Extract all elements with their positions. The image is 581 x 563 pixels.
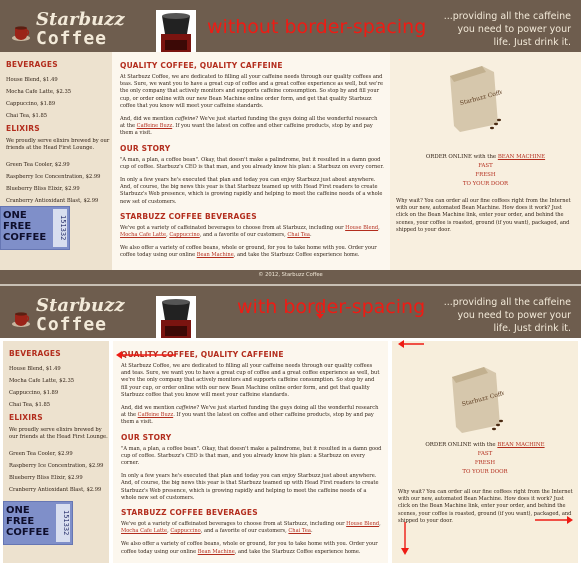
beverage-item: Chai Tea, $1.85 bbox=[6, 113, 48, 119]
bean-machine-icon bbox=[156, 10, 196, 58]
sidebar: BEVERAGES House Blend, $1.49 Mocha Cafe … bbox=[0, 52, 112, 270]
content-table: BEVERAGES House Blend, $1.49 Mocha Cafe … bbox=[0, 52, 581, 270]
main-content: QUALITY COFFEE, QUALITY CAFFEINE At Star… bbox=[113, 341, 388, 563]
beverage-item: House Blend, $1.49 bbox=[9, 366, 61, 372]
beverages-heading: BEVERAGES bbox=[9, 349, 61, 358]
starbuzz-logo[interactable]: Starbuzz Coffee bbox=[6, 292, 125, 335]
coffee-cup-icon bbox=[12, 26, 30, 41]
bean-machine-icon bbox=[156, 296, 196, 344]
coupon-text: ONE FREE COFFEE bbox=[6, 505, 50, 538]
story-paragraph-2: In only a few years he's executed that p… bbox=[120, 177, 383, 205]
free-coffee-coupon[interactable]: ONE FREE COFFEE 151332 bbox=[0, 206, 70, 250]
elixirs-heading: ELIXIRS bbox=[6, 124, 40, 133]
mocha-link[interactable]: Mocha Cafe Latte bbox=[121, 528, 167, 534]
coupon-number: 151332 bbox=[53, 209, 67, 247]
beverage-item: Mocha Cafe Latte, $2.35 bbox=[6, 89, 72, 95]
annotation-without-border-spacing: without border-spacing bbox=[207, 16, 427, 38]
elixir-item: Cranberry Antioxidant Blast, $2.99 bbox=[9, 486, 102, 493]
beverage-item: House Blend, $1.49 bbox=[6, 77, 58, 83]
beverage-item: Cappuccino, $1.89 bbox=[6, 101, 56, 107]
elixir-item: Raspberry Ice Concentration, $2.99 bbox=[6, 173, 101, 180]
bean-machine-link[interactable]: Bean Machine bbox=[198, 549, 235, 555]
beverages-paragraph: We've got a variety of caffeinated bever… bbox=[120, 224, 380, 239]
order-sidebar: Starbuzz Coffee ORDER ONLINE with the BE… bbox=[392, 341, 578, 563]
elixir-item: Blueberry Bliss Elixir, $2.99 bbox=[6, 185, 80, 192]
story-paragraph: "A man, a plan, a coffee bean". Okay, th… bbox=[120, 156, 384, 170]
arrow-down-icon bbox=[316, 304, 324, 319]
caffeine-paragraph: And, did we mention caffeine? We've just… bbox=[121, 405, 379, 426]
copyright: © 2012, Starbuzz Coffee bbox=[258, 272, 323, 278]
heading-beverages: STARBUZZ COFFEE BEVERAGES bbox=[121, 508, 258, 518]
beverages-paragraph: We've got a variety of caffeinated bever… bbox=[121, 521, 381, 535]
site-header: Starbuzz Coffee with border-spacing ...p… bbox=[0, 286, 581, 344]
beverage-item: Chai Tea, $1.85 bbox=[9, 402, 51, 408]
elixir-item: Blueberry Bliss Elixir, $2.99 bbox=[9, 474, 83, 481]
beverage-item: Mocha Cafe Latte, $2.35 bbox=[9, 378, 75, 384]
why-wait-paragraph: Why wait? You can order all our fine cof… bbox=[396, 198, 571, 233]
coffee-bag-icon: Starbuzz Coffee bbox=[450, 66, 502, 132]
example-with-border-spacing: Starbuzz Coffee with border-spacing ...p… bbox=[0, 286, 581, 563]
elixirs-heading: ELIXIRS bbox=[9, 413, 43, 422]
site-footer: © 2012, Starbuzz Coffee bbox=[0, 270, 581, 284]
intro-paragraph: At Starbuzz Coffee, we are dedicated to … bbox=[120, 74, 384, 109]
beverages-heading: BEVERAGES bbox=[6, 60, 58, 69]
order-online: ORDER ONLINE with the BEAN MACHINE FAST … bbox=[425, 442, 545, 475]
logo-coffee-text: Coffee bbox=[36, 28, 108, 49]
chai-tea-link[interactable]: Chai Tea bbox=[288, 528, 311, 534]
sidebar: BEVERAGES House Blend, $1.49 Mocha Cafe … bbox=[3, 341, 109, 563]
arrow-down-icon bbox=[401, 522, 409, 555]
arrow-right-icon bbox=[535, 516, 573, 524]
tagline: ...providing all the caffeine you need t… bbox=[443, 297, 571, 334]
annotation-with-border-spacing: with border-spacing bbox=[237, 296, 426, 318]
bean-machine-order-link[interactable]: BEAN MACHINE bbox=[498, 154, 545, 160]
site-header: Starbuzz Coffee without border-spacing .… bbox=[0, 0, 581, 58]
bean-machine-paragraph: We also offer a variety of coffee beans,… bbox=[121, 541, 378, 555]
bean-machine-paragraph: We also offer a variety of coffee beans,… bbox=[120, 245, 377, 259]
house-blend-link[interactable]: House Blend bbox=[345, 225, 378, 231]
logo-starbuzz-text: Starbuzz bbox=[36, 9, 125, 30]
caffeine-paragraph: And, did we mention caffeine? We've just… bbox=[120, 116, 378, 137]
example-without-border-spacing: Starbuzz Coffee without border-spacing .… bbox=[0, 0, 581, 285]
arrow-left-icon bbox=[116, 351, 176, 359]
tagline: ...providing all the caffeine you need t… bbox=[443, 11, 571, 48]
starbuzz-logo[interactable]: Starbuzz Coffee bbox=[6, 6, 125, 49]
content-table: BEVERAGES House Blend, $1.49 Mocha Cafe … bbox=[0, 338, 581, 563]
coupon-text: ONE FREE COFFEE bbox=[3, 210, 47, 243]
intro-paragraph: At Starbuzz Coffee, we are dedicated to … bbox=[121, 363, 380, 398]
order-online: ORDER ONLINE with the BEAN MACHINE FAST … bbox=[425, 154, 546, 187]
chai-tea-link[interactable]: Chai Tea bbox=[287, 232, 310, 238]
elixir-item: Cranberry Antioxidant Blast, $2.99 bbox=[6, 197, 99, 204]
cappuccino-link[interactable]: Cappuccino bbox=[170, 528, 200, 534]
arrow-left-icon bbox=[398, 340, 424, 348]
heading-quality: QUALITY COFFEE, QUALITY CAFFEINE bbox=[120, 61, 283, 70]
main-content: QUALITY COFFEE, QUALITY CAFFEINE At Star… bbox=[112, 52, 390, 270]
bean-machine-order-link[interactable]: BEAN MACHINE bbox=[497, 442, 544, 448]
caffeine-buzz-link[interactable]: Caffeine Buzz bbox=[138, 412, 174, 418]
elixir-item: Raspberry Ice Concentration, $2.99 bbox=[9, 462, 104, 469]
cappuccino-link[interactable]: Cappuccino bbox=[169, 232, 199, 238]
heading-our-story: OUR STORY bbox=[120, 143, 171, 153]
heading-beverages: STARBUZZ COFFEE BEVERAGES bbox=[120, 211, 257, 221]
elixir-item: Green Tea Cooler, $2.99 bbox=[9, 450, 73, 457]
coupon-number: 151332 bbox=[56, 504, 70, 542]
elixir-item: Green Tea Cooler, $2.99 bbox=[6, 161, 70, 168]
coffee-bag-icon: Starbuzz Coffee bbox=[452, 367, 504, 433]
bean-machine-link[interactable]: Bean Machine bbox=[197, 252, 234, 258]
logo-coffee-text: Coffee bbox=[36, 314, 108, 335]
logo-starbuzz-text: Starbuzz bbox=[36, 295, 125, 316]
caffeine-buzz-link[interactable]: Caffeine Buzz bbox=[137, 123, 173, 129]
story-paragraph-2: In only a few years he's executed that p… bbox=[121, 473, 379, 501]
story-paragraph: "A man, a plan, a coffee bean". Okay, th… bbox=[121, 445, 382, 467]
mocha-link[interactable]: Mocha Cafe Latte bbox=[120, 232, 166, 238]
beverage-item: Cappuccino, $1.89 bbox=[9, 390, 59, 396]
free-coffee-coupon[interactable]: ONE FREE COFFEE 151332 bbox=[3, 501, 73, 545]
elixirs-intro: We proudly serve elixirs brewed by our f… bbox=[6, 138, 110, 152]
heading-our-story: OUR STORY bbox=[121, 432, 172, 442]
coffee-cup-icon bbox=[12, 312, 30, 327]
house-blend-link[interactable]: House Blend bbox=[346, 521, 379, 527]
order-sidebar: Starbuzz Coffee ORDER ONLINE with the BE… bbox=[390, 52, 581, 270]
elixirs-intro: We proudly serve elixirs brewed by our f… bbox=[9, 427, 108, 441]
